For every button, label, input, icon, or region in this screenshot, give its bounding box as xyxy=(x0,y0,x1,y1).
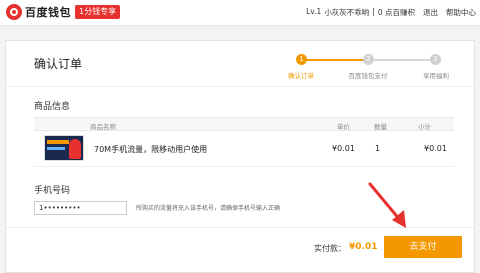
user-level: Lv.1 xyxy=(306,7,322,16)
annotation-arrow-icon xyxy=(368,182,406,228)
product-section-title: 商品信息 xyxy=(34,102,71,112)
product-thumbnail xyxy=(44,135,84,161)
promo-badge: 1分钱专享 xyxy=(75,5,121,19)
step-2-dot: 2 xyxy=(363,54,374,65)
baidu-wallet-logo[interactable]: 百度钱包 1分钱专享 xyxy=(6,4,121,20)
nav-separator: | xyxy=(372,7,375,16)
phone-hint: 所购买的流量将充入该手机号，请确保手机号输入正确 xyxy=(136,205,281,212)
phone-number-input[interactable] xyxy=(34,201,127,215)
col-subtotal-header: 小计 xyxy=(418,123,431,131)
step-connector-2 xyxy=(368,59,434,61)
top-bar: 百度钱包 1分钱专享 Lv.1 小灰灰不乖哟 | 0 点百赚积 退出 帮助中心 xyxy=(0,0,480,26)
step-connector-1 xyxy=(302,59,368,61)
product-table-header: 商品名称 单价 数量 小计 xyxy=(34,117,454,131)
total-label: 实付款： xyxy=(314,244,346,253)
phone-section-title: 手机号码 xyxy=(34,186,71,196)
order-panel: 确认订单 1 2 3 确认订单 百度钱包支付 享用福利 商品信息 商品名称 单价… xyxy=(5,40,475,273)
step-2-label: 百度钱包支付 xyxy=(348,72,388,80)
product-name: 70M手机流量，限移动用户使用 xyxy=(94,145,208,154)
order-progress-steps: 1 2 3 确认订单 百度钱包支付 享用福利 xyxy=(286,53,466,83)
step-3-dot: 3 xyxy=(430,54,441,65)
col-price-header: 单价 xyxy=(337,123,350,131)
header-divider xyxy=(6,86,474,87)
step-1-dot: 1 xyxy=(296,54,307,65)
username-link[interactable]: 小灰灰不乖哟 xyxy=(324,7,369,18)
user-nav: Lv.1 小灰灰不乖哟 | 0 点百赚积 退出 帮助中心 xyxy=(298,7,476,18)
help-center-link[interactable]: 帮助中心 xyxy=(446,7,476,18)
step-1-label: 确认订单 xyxy=(288,72,314,80)
product-quantity: 1 xyxy=(375,144,381,153)
product-row: 70M手机流量，限移动用户使用 ¥0.01 1 ¥0.01 xyxy=(34,131,454,167)
page-title: 确认订单 xyxy=(34,57,83,71)
total-amount: ¥0.01 xyxy=(349,242,378,252)
col-name-header: 商品名称 xyxy=(90,123,116,131)
pay-button[interactable]: 去支付 xyxy=(384,236,462,258)
brand-name: 百度钱包 xyxy=(25,6,71,19)
wallet-logo-icon xyxy=(6,4,22,20)
logout-link[interactable]: 退出 xyxy=(423,7,438,18)
col-qty-header: 数量 xyxy=(374,123,387,131)
product-subtotal: ¥0.01 xyxy=(424,144,447,153)
product-price: ¥0.01 xyxy=(332,144,355,153)
points-link[interactable]: 0 点百赚积 xyxy=(378,7,415,18)
step-3-label: 享用福利 xyxy=(423,72,449,80)
